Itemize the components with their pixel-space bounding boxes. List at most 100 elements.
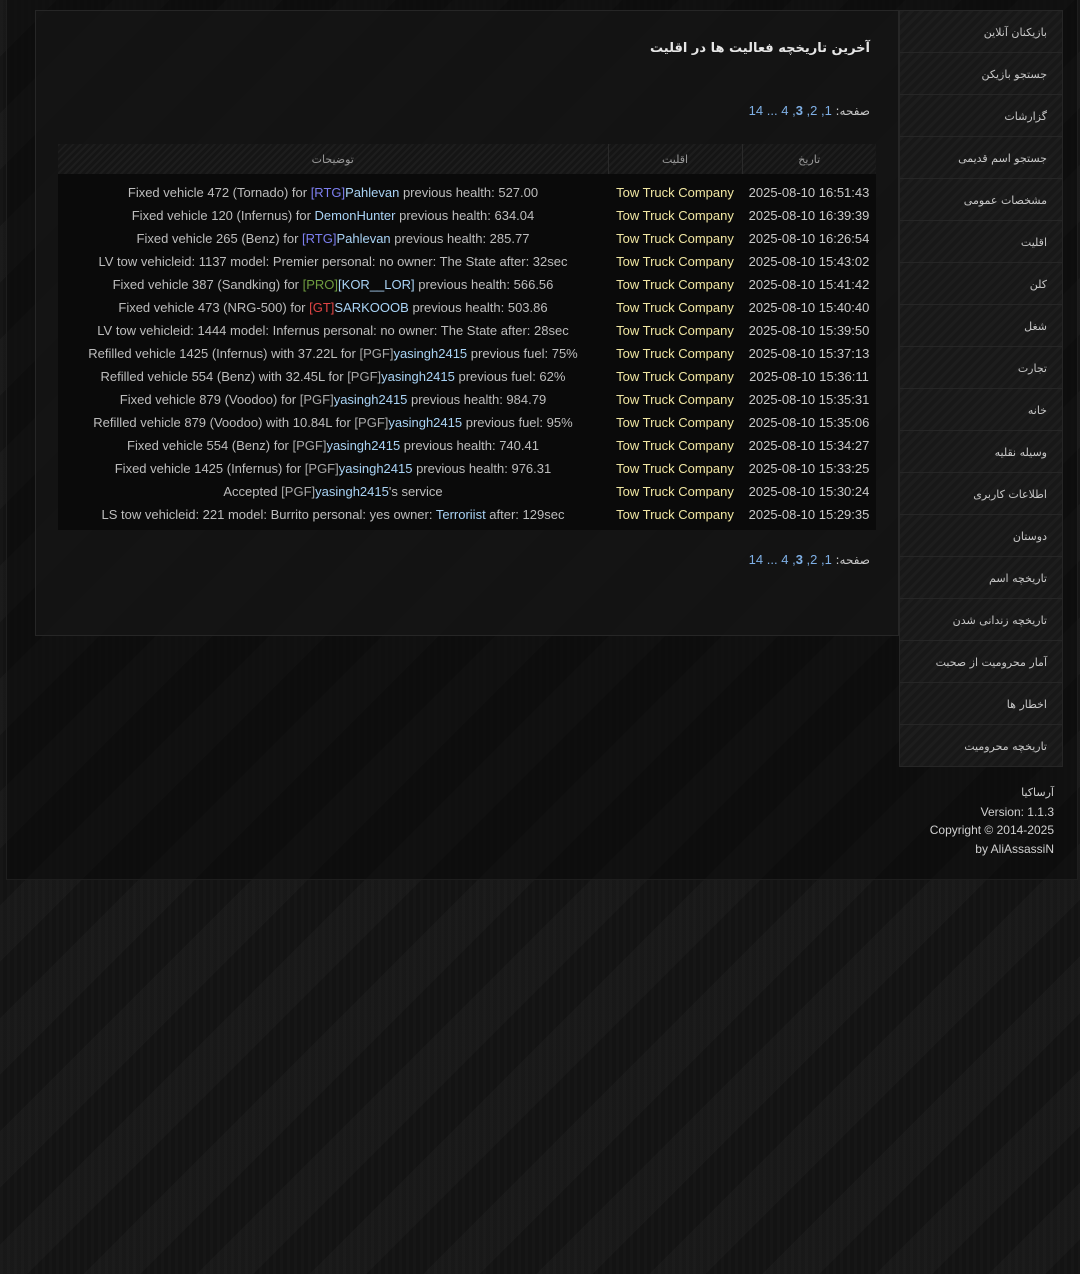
- pagination-ellipsis: ...: [766, 103, 778, 118]
- row-description: Fixed vehicle 120 (Infernus) for DemonHu…: [58, 204, 608, 227]
- table-row: 2025-08-10 15:37:13 Tow Truck Company Refi…: [58, 342, 876, 365]
- sidebar-item-6[interactable]: اقلیت: [899, 221, 1063, 263]
- description-text: LS tow vehicleid: 221 model: Burrito per…: [101, 507, 436, 522]
- player-name: [KOR__LOR]: [338, 277, 415, 292]
- player-tag: [RTG]: [310, 185, 346, 200]
- footer: آرساکیا Version: 1.1.3 Copyright © 2014-…: [930, 784, 1054, 858]
- sidebar-item-label: کلن: [1029, 278, 1047, 291]
- description-text: previous fuel: 95%: [462, 415, 573, 430]
- page-link-2[interactable]: 2: [810, 552, 817, 567]
- sidebar-item-15[interactable]: تاریخچه زندانی شدن: [899, 599, 1063, 641]
- description-text: Fixed vehicle 473 (NRG-500) for: [118, 300, 310, 315]
- footer-brand: آرساکیا: [1021, 786, 1054, 799]
- row-description: Fixed vehicle 472 (Tornado) for [RTG]Pah…: [58, 174, 608, 204]
- sidebar-item-1[interactable]: بازیکنان آنلاین: [899, 10, 1063, 53]
- page-link-4[interactable]: 4: [781, 103, 788, 118]
- sidebar-item-5[interactable]: مشخصات عمومی: [899, 179, 1063, 221]
- player-name: SARKOOOB: [334, 300, 409, 315]
- pagination-top: صفحه: 1, 2, 3, 4 ... 14: [749, 103, 870, 118]
- sidebar-item-label: تاریخچه محرومیت: [964, 740, 1047, 753]
- description-text: Refilled vehicle 879 (Voodoo) with 10.84…: [93, 415, 355, 430]
- sidebar-item-label: شغل: [1024, 320, 1047, 333]
- player-tag: [GT]: [309, 300, 335, 315]
- sidebar-item-16[interactable]: آمار محرومیت از صحبت: [899, 641, 1063, 683]
- sidebar-item-17[interactable]: اخطار ها: [899, 683, 1063, 725]
- page-link-last[interactable]: 14: [749, 103, 763, 118]
- row-faction: Tow Truck Company: [608, 273, 742, 296]
- description-text: previous fuel: 62%: [454, 369, 566, 384]
- row-description: Refilled vehicle 554 (Benz) with 32.45L …: [58, 365, 608, 388]
- faction-log-table: تاریخ اقلیت توضیحات 2025-08-10 16:51:43 T…: [58, 144, 876, 530]
- sidebar-item-7[interactable]: کلن: [899, 263, 1063, 305]
- table-header-row: تاریخ اقلیت توضیحات: [58, 144, 876, 174]
- row-faction: Tow Truck Company: [608, 411, 742, 434]
- description-text: previous health: 527.00: [399, 185, 539, 200]
- description-text: previous health: 740.41: [400, 438, 539, 453]
- row-description: Fixed vehicle 473 (NRG-500) for [GT]SARK…: [58, 296, 608, 319]
- description-text: previous health: 566.56: [414, 277, 554, 292]
- header-faction: اقلیت: [607, 144, 742, 174]
- sidebar-item-18[interactable]: تاریخچه محرومیت: [899, 725, 1063, 767]
- row-date: 2025-08-10 15:33:25: [742, 457, 876, 480]
- sidebar-item-10[interactable]: خانه: [899, 389, 1063, 431]
- player-name: yasingh2415: [393, 346, 468, 361]
- sidebar-item-label: اقلیت: [1020, 236, 1047, 249]
- sidebar-item-label: مشخصات عمومی: [963, 194, 1047, 207]
- description-text: previous health: 503.86: [408, 300, 548, 315]
- description-text: previous health: 976.31: [412, 461, 552, 476]
- table-row: 2025-08-10 15:34:27 Tow Truck Company Fixe…: [58, 434, 876, 457]
- sidebar-item-9[interactable]: تجارت: [899, 347, 1063, 389]
- footer-version: Version: 1.1.3: [980, 804, 1054, 819]
- description-text: Fixed vehicle 120 (Infernus) for: [131, 208, 315, 223]
- player-tag: [PGF]: [292, 438, 327, 453]
- player-name: DemonHunter: [314, 208, 396, 223]
- page-title: آخرین تاریخچه فعالیت ها در اقلیت: [650, 41, 870, 56]
- row-date: 2025-08-10 15:34:27: [742, 434, 876, 457]
- sidebar-item-11[interactable]: وسیله نقلیه: [899, 431, 1063, 473]
- row-description: LV tow vehicleid: 1137 model: Premier pe…: [58, 250, 608, 273]
- row-faction: Tow Truck Company: [608, 457, 742, 480]
- player-name: Terroriist: [435, 507, 486, 522]
- row-date: 2025-08-10 15:37:13: [742, 342, 876, 365]
- row-date: 2025-08-10 15:39:50: [742, 319, 876, 342]
- sidebar-item-label: وسیله نقلیه: [994, 446, 1047, 459]
- description-text: after: 129sec: [485, 507, 565, 522]
- table-body: 2025-08-10 16:51:43 Tow Truck Company Fixe…: [58, 174, 876, 530]
- sidebar-item-label: تاریخچه اسم: [989, 572, 1047, 585]
- sidebar-item-2[interactable]: جستجو بازیکن: [899, 53, 1063, 95]
- sidebar-item-label: جستجو اسم قدیمی: [958, 152, 1047, 165]
- table-row: 2025-08-10 15:33:25 Tow Truck Company Fixe…: [58, 457, 876, 480]
- table-row: 2025-08-10 15:43:02 Tow Truck Company LV t…: [58, 250, 876, 273]
- page-link-1[interactable]: 1: [825, 103, 832, 118]
- table-row: 2025-08-10 16:26:54 Tow Truck Company Fixe…: [58, 227, 876, 250]
- page-link-4[interactable]: 4: [781, 552, 788, 567]
- sidebar-item-13[interactable]: دوستان: [899, 515, 1063, 557]
- row-faction: Tow Truck Company: [608, 296, 742, 319]
- sidebar-item-12[interactable]: اطلاعات کاربری: [899, 473, 1063, 515]
- player-tag: [PGF]: [299, 392, 334, 407]
- row-date: 2025-08-10 15:30:24: [742, 480, 876, 503]
- row-description: Fixed vehicle 265 (Benz) for [RTG]Pahlev…: [58, 227, 608, 250]
- sidebar-item-3[interactable]: گزارشات: [899, 95, 1063, 137]
- page-link-2[interactable]: 2: [810, 103, 817, 118]
- description-text: Fixed vehicle 472 (Tornado) for: [127, 185, 311, 200]
- page-link-1[interactable]: 1: [825, 552, 832, 567]
- description-text: Refilled vehicle 1425 (Infernus) with 37…: [88, 346, 360, 361]
- table-row: 2025-08-10 16:51:43 Tow Truck Company Fixe…: [58, 174, 876, 204]
- row-date: 2025-08-10 15:35:31: [742, 388, 876, 411]
- description-text: LV tow vehicleid: 1444 model: Infernus p…: [97, 323, 569, 338]
- sidebar-item-8[interactable]: شغل: [899, 305, 1063, 347]
- description-text: Fixed vehicle 265 (Benz) for: [136, 231, 303, 246]
- page-link-last[interactable]: 14: [749, 552, 763, 567]
- sidebar-item-label: گزارشات: [1004, 110, 1047, 123]
- sidebar-item-label: آمار محرومیت از صحبت: [935, 656, 1047, 669]
- player-name: yasingh2415: [338, 461, 413, 476]
- sidebar-item-4[interactable]: جستجو اسم قدیمی: [899, 137, 1063, 179]
- sidebar-item-14[interactable]: تاریخچه اسم: [899, 557, 1063, 599]
- description-text: Fixed vehicle 554 (Benz) for: [127, 438, 293, 453]
- player-name: yasingh2415: [388, 415, 463, 430]
- description-text: previous health: 634.04: [395, 208, 535, 223]
- pagination-bottom: صفحه: 1, 2, 3, 4 ... 14: [749, 552, 870, 567]
- row-date: 2025-08-10 15:41:42: [742, 273, 876, 296]
- description-text: previous health: 285.77: [390, 231, 530, 246]
